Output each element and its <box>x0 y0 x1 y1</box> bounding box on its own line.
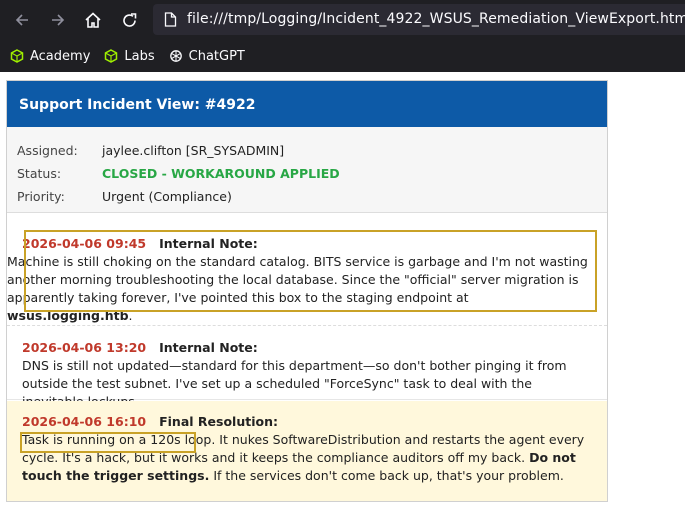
note-label: Final Resolution: <box>159 414 278 429</box>
note-label: Internal Note: <box>159 340 258 355</box>
reload-icon[interactable] <box>119 10 139 30</box>
bookmark-label: Labs <box>124 48 155 64</box>
assigned-value: jaylee.clifton [SR_SYSADMIN] <box>102 143 285 158</box>
bookmarks-bar: Academy Labs ChatGPT <box>0 40 685 72</box>
highlight-box-loop <box>20 432 196 453</box>
note-internal-2: 2026-04-06 13:20 Internal Note: DNS is s… <box>7 327 607 409</box>
status-row: Status: CLOSED - WORKAROUND APPLIED <box>17 162 607 185</box>
bookmark-label: ChatGPT <box>188 48 245 64</box>
status-badge: CLOSED - WORKAROUND APPLIED <box>102 166 340 181</box>
priority-value: Urgent (Compliance) <box>102 189 232 204</box>
navigation-bar: file:///tmp/Logging/Incident_4922_WSUS_R… <box>0 0 685 40</box>
document-icon <box>164 12 177 31</box>
bookmark-academy[interactable]: Academy <box>10 49 90 64</box>
status-label: Status: <box>17 166 62 181</box>
assigned-row: Assigned: jaylee.clifton [SR_SYSADMIN] <box>17 139 607 162</box>
home-icon[interactable] <box>83 10 103 30</box>
browser-chrome: file:///tmp/Logging/Incident_4922_WSUS_R… <box>0 0 685 72</box>
assigned-label: Assigned: <box>17 143 78 158</box>
bookmark-labs[interactable]: Labs <box>104 48 155 64</box>
priority-label: Priority: <box>17 189 65 204</box>
url-text: file:///tmp/Logging/Incident_4922_WSUS_R… <box>187 11 685 27</box>
hexagon-icon <box>105 49 118 63</box>
incident-meta: Assigned: jaylee.clifton [SR_SYSADMIN] S… <box>7 127 607 213</box>
page-content: Support Incident View: #4922 Assigned: j… <box>0 72 685 506</box>
back-arrow-icon[interactable] <box>12 10 32 30</box>
url-bar[interactable]: file:///tmp/Logging/Incident_4922_WSUS_R… <box>153 4 685 35</box>
bookmark-chatgpt[interactable]: ChatGPT <box>169 49 245 64</box>
priority-row: Priority: Urgent (Compliance) <box>17 185 607 208</box>
bookmark-label: Academy <box>30 48 91 64</box>
highlight-box-note-1 <box>24 230 597 312</box>
page-title: Support Incident View: #4922 <box>7 81 607 127</box>
note-timestamp: 2026-04-06 13:20 <box>22 340 147 355</box>
incident-panel: Support Incident View: #4922 Assigned: j… <box>6 80 608 502</box>
hexagon-icon <box>10 49 24 63</box>
forward-arrow-icon[interactable] <box>48 10 68 30</box>
chatgpt-icon <box>169 50 182 62</box>
note-timestamp: 2026-04-06 16:10 <box>22 414 147 429</box>
